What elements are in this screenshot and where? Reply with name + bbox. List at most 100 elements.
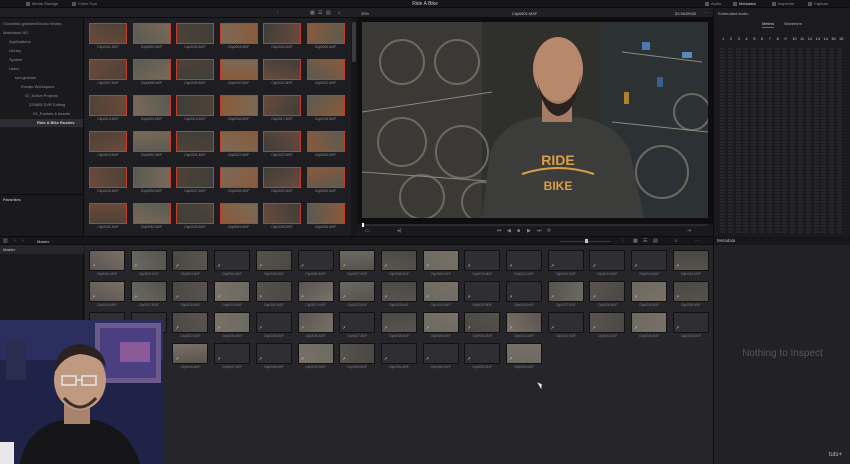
storage-clip[interactable]: Clip0013.MXF — [89, 95, 127, 123]
pool-clip[interactable]: ↗ Clip0008.MXF — [380, 250, 417, 278]
tree-item-envato-workspace[interactable]: Envato Workspace — [21, 83, 55, 91]
thumb-view-icon-pool[interactable]: ▦ — [633, 238, 638, 244]
storage-clip[interactable]: Clip0019.MXF — [89, 131, 127, 159]
tree-item-tom-graham[interactable]: tom.graham — [15, 74, 36, 82]
pool-clip[interactable]: ↗ Clip0053.MXF — [464, 343, 501, 371]
tab-clone-tool[interactable]: Clone Tool — [72, 0, 97, 8]
storage-clip[interactable]: Clip0031.MXF — [89, 203, 127, 231]
pool-clip[interactable]: ↗ Clip0034.MXF — [214, 312, 251, 340]
storage-clip[interactable]: Clip0004.MXF — [219, 23, 258, 51]
storage-clip[interactable]: Clip0033.MXF — [176, 203, 214, 231]
search-icon-pool[interactable]: ⌕ — [675, 238, 678, 244]
pool-clip[interactable]: ↗ Clip0045.MXF — [672, 312, 709, 340]
play-reverse-icon[interactable]: ◀ — [507, 228, 511, 234]
storage-clip[interactable]: Clip0014.MXF — [132, 95, 171, 123]
storage-clip[interactable]: Clip0012.MXF — [306, 59, 345, 87]
last-frame-icon[interactable]: ⏭ — [537, 228, 542, 234]
storage-clip[interactable]: Clip0003.MXF — [176, 23, 214, 51]
thumbnail-view-icon[interactable]: ▦ — [310, 10, 315, 16]
bin-master[interactable]: Master — [0, 245, 84, 254]
tab-capture[interactable]: Capture — [808, 0, 828, 8]
back-icon[interactable]: ‹ — [14, 238, 16, 244]
pool-clip[interactable]: ↗ Clip0019.MXF — [214, 281, 251, 309]
pool-clip[interactable]: ↗ Clip0020.MXF — [255, 281, 292, 309]
sort-icon[interactable]: ⁝ — [277, 10, 279, 16]
pool-clip[interactable]: ↗ Clip0012.MXF — [547, 250, 584, 278]
more-icon-pool[interactable]: ⋯ — [695, 238, 700, 244]
scrollbar-thumb[interactable] — [352, 22, 356, 62]
storage-clip[interactable]: Clip0017.MXF — [263, 95, 301, 123]
tree-item-dvr-editing[interactable]: 220805 DVR Editing — [29, 101, 65, 109]
play-icon[interactable]: ▶ — [527, 228, 531, 234]
zoom-level[interactable]: 39% — [361, 11, 369, 16]
pool-clip[interactable]: ↗ Clip0002.MXF — [130, 250, 167, 278]
list-view-icon[interactable]: ☰ — [318, 10, 322, 16]
pool-clip[interactable]: ↗ Clip0041.MXF — [506, 312, 542, 340]
pool-clip[interactable]: ↗ Clip0024.MXF — [422, 281, 459, 309]
pool-clip[interactable]: ↗ Clip0028.MXF — [589, 281, 626, 309]
storage-clip[interactable]: Clip0024.MXF — [306, 131, 345, 159]
sort-icon-pool[interactable]: ⁝ — [622, 238, 624, 244]
tree-item-ride-a-bike-rushes[interactable]: Ride A Bike Rushes — [0, 119, 83, 127]
storage-clip[interactable]: Clip0023.MXF — [263, 131, 301, 159]
tab-metadata[interactable]: Metadata — [733, 0, 756, 8]
storage-clip[interactable]: Clip0010.MXF — [219, 59, 258, 87]
pool-clip[interactable]: ↗ Clip0054.MXF — [506, 343, 542, 371]
tree-item-library[interactable]: Library — [9, 47, 21, 55]
pool-clip[interactable]: ↗ Clip0003.MXF — [172, 250, 209, 278]
storage-clip[interactable]: Clip0027.MXF — [176, 167, 214, 195]
tree-item-macintosh-hd[interactable]: Macintosh HD — [3, 29, 28, 37]
storage-clip[interactable]: Clip0034.MXF — [219, 203, 258, 231]
storage-clip[interactable]: Clip0029.MXF — [263, 167, 301, 195]
storage-clip[interactable]: Clip0026.MXF — [132, 167, 171, 195]
pool-clip[interactable]: ↗ Clip0009.MXF — [422, 250, 459, 278]
match-frame-icon[interactable]: ⇥ — [687, 228, 691, 234]
pool-clip[interactable]: ↗ Clip0030.MXF — [672, 281, 709, 309]
pool-clip[interactable]: ↗ Clip0050.MXF — [339, 343, 376, 371]
pool-clip[interactable]: ↗ Clip0048.MXF — [255, 343, 292, 371]
storage-clip[interactable]: Clip0025.MXF — [89, 167, 127, 195]
pool-clip[interactable]: ↗ Clip0040.MXF — [464, 312, 501, 340]
pool-clip[interactable]: ↗ Clip0038.MXF — [380, 312, 417, 340]
pool-clip[interactable]: ↗ Clip0010.MXF — [464, 250, 501, 278]
thumb-size-slider-knob[interactable] — [585, 239, 588, 243]
storage-clip[interactable]: Clip0028.MXF — [219, 167, 258, 195]
pool-clip[interactable]: ↗ Clip0004.MXF — [214, 250, 251, 278]
forward-icon[interactable]: › — [22, 238, 24, 244]
metadata-view-icon-pool[interactable]: ▤ — [653, 238, 658, 244]
pool-clip[interactable]: ↗ Clip0005.MXF — [255, 250, 292, 278]
pool-clip[interactable]: ↗ Clip0018.MXF — [172, 281, 209, 309]
storage-clip[interactable]: Clip0030.MXF — [306, 167, 345, 195]
tree-item-users[interactable]: Users — [9, 65, 19, 73]
pool-clip[interactable]: ↗ Clip0035.MXF — [255, 312, 292, 340]
pool-clip[interactable]: ↗ Clip0029.MXF — [631, 281, 668, 309]
storage-clip[interactable]: Clip0015.MXF — [176, 95, 214, 123]
storage-clip[interactable]: Clip0036.MXF — [306, 203, 345, 231]
storage-clip[interactable]: Clip0007.MXF — [89, 59, 127, 87]
pool-clip[interactable]: ↗ Clip0046.MXF — [172, 343, 209, 371]
pool-clip[interactable]: ↗ Clip0049.MXF — [297, 343, 334, 371]
pool-clip[interactable]: ↗ Clip0001.MXF — [89, 250, 125, 278]
storage-clip[interactable]: Clip0018.MXF — [306, 95, 345, 123]
loop-icon[interactable]: ⟳ — [547, 228, 551, 234]
tree-item-active-projects[interactable]: 02_Active Projects — [25, 92, 58, 100]
storage-clip[interactable]: Clip0020.MXF — [132, 131, 171, 159]
viewer-layout-icon[interactable]: ▭ — [365, 228, 370, 234]
pool-clip[interactable]: ↗ Clip0022.MXF — [339, 281, 376, 309]
tab-meters[interactable]: Meters — [762, 21, 775, 28]
pool-clip[interactable]: ↗ Clip0017.MXF — [130, 281, 167, 309]
pool-clip[interactable]: ↗ Clip0051.MXF — [380, 343, 417, 371]
pool-clip[interactable]: ↗ Clip0033.MXF — [172, 312, 209, 340]
pool-clip[interactable]: ↗ Clip0006.MXF — [297, 250, 334, 278]
pool-clip[interactable]: ↗ Clip0052.MXF — [422, 343, 459, 371]
storage-clip[interactable]: Clip0009.MXF — [176, 59, 214, 87]
volume-icon[interactable]: ◂) — [397, 228, 401, 234]
storage-clip[interactable]: Clip0022.MXF — [219, 131, 258, 159]
pool-clip[interactable]: ↗ Clip0037.MXF — [339, 312, 376, 340]
first-frame-icon[interactable]: ⏮ — [497, 228, 502, 234]
pool-clip[interactable]: ↗ Clip0014.MXF — [631, 250, 668, 278]
pool-clip[interactable]: ↗ Clip0013.MXF — [589, 250, 626, 278]
tree-item-rushes-assets[interactable]: 02_Rushes & Assets — [33, 110, 70, 118]
more-options-icon[interactable]: ⋯ — [704, 10, 709, 16]
tab-audio[interactable]: Audio — [705, 0, 721, 8]
